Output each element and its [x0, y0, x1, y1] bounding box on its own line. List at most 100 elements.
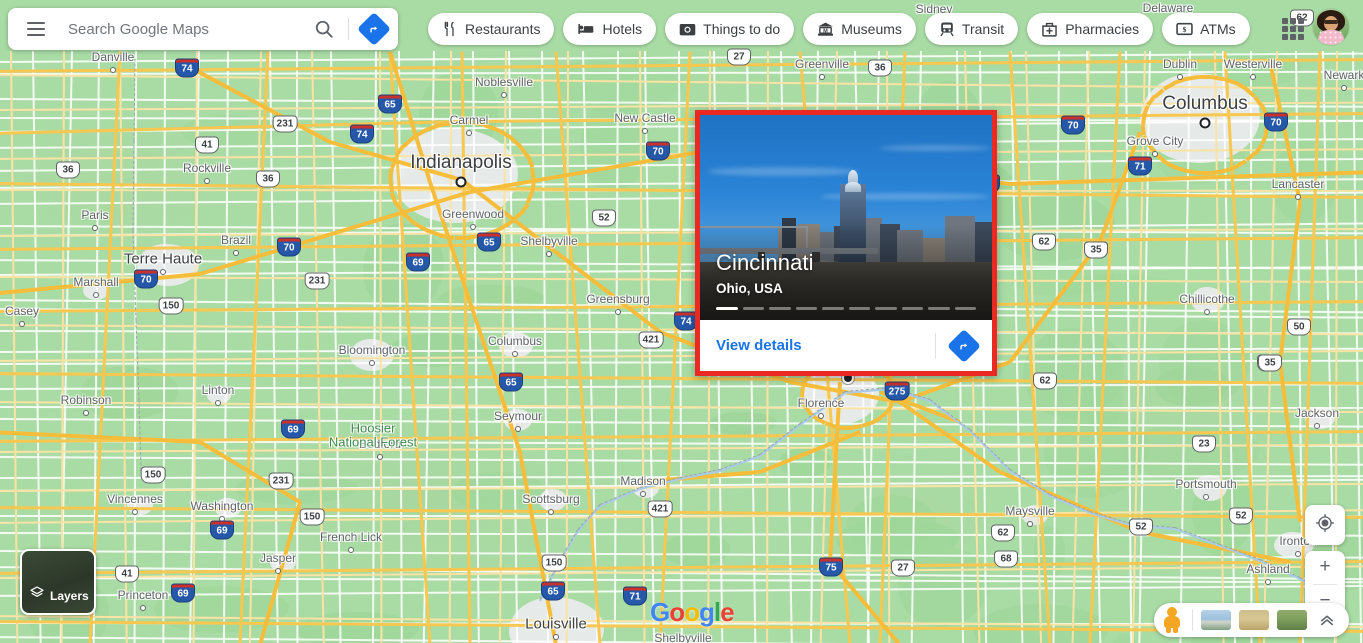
map-city-dot[interactable]	[818, 413, 824, 419]
progress-segment[interactable]	[848, 307, 870, 310]
hamburger-menu-icon[interactable]	[18, 11, 54, 47]
pegman-street-view-icon[interactable]	[1160, 607, 1184, 633]
map-city-dot[interactable]	[1250, 74, 1256, 80]
map-urban-area	[350, 339, 394, 371]
progress-segment[interactable]	[928, 307, 950, 310]
map-city-dot[interactable]	[501, 92, 507, 98]
map-city-dot[interactable]	[377, 454, 383, 460]
profile-avatar[interactable]	[1313, 9, 1349, 45]
map-canvas[interactable]: Danville Noblesville New Castle Greenville S…	[0, 0, 1363, 643]
map-city-dot[interactable]	[553, 634, 559, 640]
route-shield: 231	[272, 115, 298, 133]
map-city-dot[interactable]	[92, 225, 98, 231]
map-road-segment	[1198, 170, 1212, 175]
route-shield: 74	[350, 124, 374, 144]
progress-segment[interactable]	[954, 307, 976, 310]
street-view-thumb[interactable]	[1201, 610, 1231, 630]
map-city-dot[interactable]	[132, 509, 138, 515]
photo-progress-indicator[interactable]	[716, 307, 976, 310]
map-city-dot[interactable]	[546, 251, 552, 257]
train-icon	[939, 21, 955, 37]
progress-segment[interactable]	[716, 307, 738, 310]
map-city-dot[interactable]	[615, 309, 621, 315]
my-location-button[interactable]	[1305, 505, 1345, 545]
card-footer: View details	[700, 320, 992, 371]
cincinnati-skyline-photo[interactable]: Cincinnati Ohio, USA	[700, 115, 992, 320]
map-city-dot[interactable]	[548, 509, 554, 515]
map-city-dot[interactable]	[1177, 74, 1183, 80]
map-city-dot[interactable]	[1152, 151, 1158, 157]
map-city-dot[interactable]	[83, 410, 89, 416]
map-city-dot[interactable]	[1204, 309, 1210, 315]
google-logo-watermark: Google	[650, 597, 735, 628]
map-city-dot[interactable]	[19, 321, 25, 327]
route-shield: 65	[541, 581, 565, 601]
place-info-card[interactable]: Cincinnati Ohio, USA View details	[695, 110, 997, 376]
map-city-dot[interactable]	[140, 605, 146, 611]
map-city-dot[interactable]	[470, 224, 476, 230]
map-city-dot[interactable]	[1341, 85, 1347, 91]
apps-grid-icon[interactable]	[1280, 16, 1306, 42]
progress-segment[interactable]	[822, 307, 844, 310]
route-shield: 71	[623, 586, 647, 606]
map-city-dot[interactable]	[93, 292, 99, 298]
route-shield: 52	[1229, 507, 1253, 525]
layers-label: Layers	[50, 588, 89, 603]
card-directions-button[interactable]	[947, 328, 981, 363]
progress-segment[interactable]	[875, 307, 897, 310]
chip-atms[interactable]: $ ATMs	[1162, 13, 1250, 45]
map-city-dot[interactable]	[233, 250, 239, 256]
map-city-dot[interactable]	[1265, 579, 1271, 585]
chip-museums[interactable]: M Museums	[803, 13, 916, 45]
map-city-dot[interactable]	[466, 130, 472, 136]
map-city-dot[interactable]	[110, 67, 116, 73]
layers-button[interactable]: Layers	[20, 549, 96, 615]
map-city-dot[interactable]	[642, 128, 648, 134]
strip-divider	[1192, 609, 1193, 631]
route-shield: 65	[477, 232, 501, 252]
route-shield: 421	[647, 500, 673, 518]
chip-restaurants[interactable]: Restaurants	[428, 13, 555, 45]
chip-transit[interactable]: Transit	[924, 13, 1019, 45]
zoom-in-button[interactable]: +	[1305, 551, 1345, 584]
map-city-dot[interactable]	[1199, 117, 1211, 129]
route-shield: 23	[1192, 435, 1216, 453]
map-city-dot[interactable]	[1295, 551, 1301, 557]
satellite-thumb[interactable]	[1277, 610, 1307, 630]
map-city-dot[interactable]	[160, 269, 166, 275]
chip-hotels[interactable]: Hotels	[563, 13, 657, 45]
map-city-dot[interactable]	[369, 360, 375, 366]
map-city-dot[interactable]	[348, 547, 354, 553]
map-city-dot[interactable]	[640, 491, 646, 497]
view-details-link[interactable]: View details	[716, 337, 935, 354]
logo-letter-g2: g	[699, 597, 715, 627]
route-shield: 421	[638, 331, 664, 349]
route-shield: 75	[819, 557, 843, 577]
progress-segment[interactable]	[795, 307, 817, 310]
progress-segment[interactable]	[742, 307, 764, 310]
map-city-dot[interactable]	[1314, 423, 1320, 429]
chip-label: Things to do	[703, 21, 781, 37]
map-city-dot[interactable]	[515, 426, 521, 432]
search-icon[interactable]	[307, 12, 341, 46]
map-city-dot[interactable]	[215, 400, 221, 406]
chip-label: Pharmacies	[1065, 21, 1140, 37]
map-road-segment	[454, 235, 470, 240]
map-city-dot[interactable]	[1295, 194, 1301, 200]
chip-things-to-do[interactable]: Things to do	[665, 13, 795, 45]
map-city-dot[interactable]	[512, 351, 518, 357]
map-city-dot[interactable]	[455, 176, 467, 188]
terrain-thumb[interactable]	[1239, 610, 1269, 630]
chevron-up-icon[interactable]	[1315, 608, 1339, 632]
map-city-dot[interactable]	[275, 568, 281, 574]
map-city-dot[interactable]	[1203, 494, 1209, 500]
map-city-dot[interactable]	[819, 74, 825, 80]
progress-segment[interactable]	[901, 307, 923, 310]
chip-pharmacies[interactable]: Pharmacies	[1027, 13, 1154, 45]
search-input[interactable]	[54, 20, 307, 38]
map-city-dot[interactable]	[1027, 521, 1033, 527]
progress-segment[interactable]	[769, 307, 791, 310]
map-city-dot[interactable]	[204, 178, 210, 184]
route-shield: 36	[56, 161, 80, 179]
directions-button[interactable]	[356, 11, 392, 47]
